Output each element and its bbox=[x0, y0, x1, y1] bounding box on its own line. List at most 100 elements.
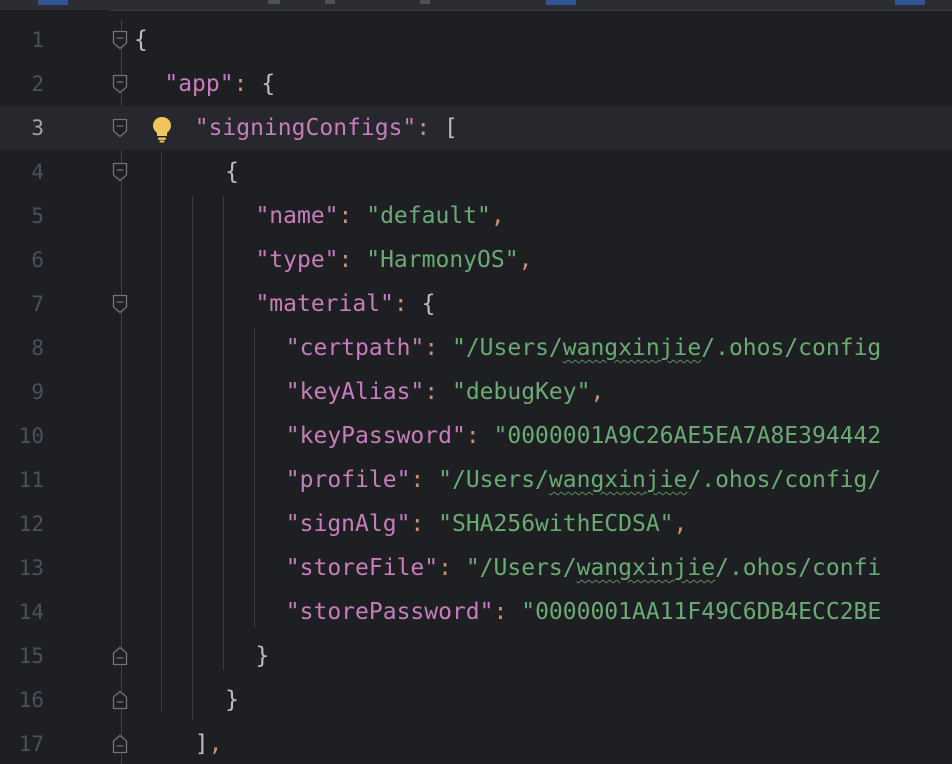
code-line[interactable]: 15} bbox=[0, 634, 952, 678]
line-number: 10 bbox=[18, 424, 44, 448]
code-text[interactable]: "profile": "/Users/wangxinjie/.ohos/conf… bbox=[286, 458, 881, 502]
token-str: /.ohos/config bbox=[701, 335, 882, 361]
token-str: "SHA256withECDSA" bbox=[438, 511, 674, 537]
code-line[interactable]: 2 "app": { bbox=[0, 62, 952, 106]
fold-close-icon[interactable] bbox=[112, 734, 128, 754]
token-colon: : bbox=[465, 423, 494, 449]
token-str: "0000001A9C26AE5EA7A8E394442 bbox=[493, 423, 882, 449]
editor-tab-strip bbox=[0, 0, 952, 11]
line-number: 3 bbox=[31, 116, 44, 140]
code-text[interactable]: "keyAlias": "debugKey", bbox=[286, 370, 605, 414]
token-comma: , bbox=[208, 731, 223, 757]
token-key: "material" bbox=[255, 291, 394, 317]
breadcrumb-fragment bbox=[420, 0, 430, 4]
code-text[interactable]: "certpath": "/Users/wangxinjie/.ohos/con… bbox=[286, 326, 881, 370]
token-punc: [ bbox=[443, 115, 458, 141]
code-line[interactable]: 12 "signAlg": "SHA256withECDSA", bbox=[0, 502, 952, 546]
token-key: "keyAlias" bbox=[285, 379, 425, 405]
code-line[interactable]: 17], bbox=[0, 722, 952, 764]
token-key: "keyPassword" bbox=[285, 423, 466, 449]
code-text[interactable]: "name": "default", bbox=[255, 194, 504, 238]
token-str: "/Users/ bbox=[438, 467, 549, 493]
code-text[interactable]: "storePassword": "0000001AA11F49C6DB4ECC… bbox=[286, 590, 881, 634]
code-line[interactable]: 3 "signingConfigs": [ bbox=[0, 106, 952, 150]
code-line[interactable]: 11 "profile": "/Users/wangxinjie/.ohos/co… bbox=[0, 458, 952, 502]
code-text[interactable]: "type": "HarmonyOS", bbox=[255, 238, 532, 282]
token-key: "storeFile" bbox=[285, 555, 439, 581]
token-comma: , bbox=[673, 511, 688, 537]
line-number: 13 bbox=[18, 556, 44, 580]
code-line[interactable]: 7 "material": { bbox=[0, 282, 952, 326]
code-text[interactable]: { bbox=[225, 150, 239, 194]
code-text[interactable]: "signAlg": "SHA256withECDSA", bbox=[286, 502, 688, 546]
token-str: "debugKey" bbox=[451, 379, 591, 405]
token-punc: { bbox=[261, 71, 276, 97]
token-str: "0000001AA11F49C6DB4ECC2BE bbox=[521, 599, 882, 625]
token-colon: : bbox=[410, 467, 439, 493]
token-comma: , bbox=[590, 379, 605, 405]
line-number: 9 bbox=[31, 380, 44, 404]
code-line[interactable]: 13 "storeFile": "/Users/wangxinjie/.ohos/… bbox=[0, 546, 952, 590]
token-colon: : bbox=[393, 291, 422, 317]
fold-open-icon[interactable] bbox=[112, 118, 128, 138]
token-str: /.ohos/confi bbox=[715, 555, 882, 581]
token-key: "certpath" bbox=[285, 335, 425, 361]
fold-close-icon[interactable] bbox=[112, 690, 128, 710]
code-text[interactable]: "storeFile": "/Users/wangxinjie/.ohos/co… bbox=[286, 546, 881, 590]
line-number: 4 bbox=[31, 160, 44, 184]
code-line[interactable]: 8 "certpath": "/Users/wangxinjie/.ohos/co… bbox=[0, 326, 952, 370]
code-line[interactable]: 5 "name": "default", bbox=[0, 194, 952, 238]
fold-open-icon[interactable] bbox=[112, 74, 128, 94]
token-colon: : bbox=[233, 71, 262, 97]
line-number: 14 bbox=[18, 600, 44, 624]
code-text[interactable]: "keyPassword": "0000001A9C26AE5EA7A8E394… bbox=[286, 414, 881, 458]
token-colon: : bbox=[493, 599, 522, 625]
token-colon: : bbox=[338, 203, 367, 229]
token-str: "/Users/ bbox=[465, 555, 577, 581]
fold-close-icon[interactable] bbox=[112, 646, 128, 666]
code-text[interactable]: { bbox=[134, 18, 148, 62]
code-text[interactable]: "material": { bbox=[255, 282, 435, 326]
token-str: /.ohos/config/ bbox=[687, 467, 882, 493]
code-text[interactable]: "signingConfigs": [ bbox=[195, 106, 458, 150]
tab-indicator bbox=[895, 0, 925, 5]
breadcrumb-fragment bbox=[325, 0, 335, 4]
line-number: 5 bbox=[31, 204, 44, 228]
token-key: "signAlg" bbox=[285, 511, 411, 537]
code-text[interactable]: } bbox=[225, 678, 239, 722]
token-key: "type" bbox=[255, 247, 339, 273]
fold-open-icon[interactable] bbox=[112, 294, 128, 314]
code-text[interactable]: } bbox=[255, 634, 269, 678]
token-key: "app" bbox=[164, 71, 234, 97]
token-key: "profile" bbox=[285, 467, 411, 493]
token-comma: , bbox=[518, 247, 533, 273]
line-number: 8 bbox=[31, 336, 44, 360]
token-key: "name" bbox=[255, 203, 339, 229]
token-punc: { bbox=[134, 27, 148, 53]
line-number: 1 bbox=[31, 28, 44, 52]
code-line[interactable]: 14 "storePassword": "0000001AA11F49C6DB4E… bbox=[0, 590, 952, 634]
fold-open-icon[interactable] bbox=[112, 30, 128, 50]
line-number: 11 bbox=[18, 468, 44, 492]
line-number: 17 bbox=[18, 732, 44, 756]
token-str: "HarmonyOS" bbox=[366, 247, 519, 273]
tab-indicator bbox=[38, 0, 68, 5]
code-line[interactable]: 1{ bbox=[0, 18, 952, 62]
lightbulb-icon[interactable] bbox=[150, 114, 174, 143]
code-line[interactable]: 6 "type": "HarmonyOS", bbox=[0, 238, 952, 282]
token-colon: : bbox=[424, 379, 452, 405]
spelling-warning-token: wangxinjie bbox=[562, 335, 702, 361]
code-editor[interactable]: 1{2 "app": {3 "signingConfigs": [4{5 "name"… bbox=[0, 0, 952, 764]
code-line[interactable]: 4{ bbox=[0, 150, 952, 194]
code-text[interactable]: ], bbox=[195, 722, 223, 764]
code-line[interactable]: 10 "keyPassword": "0000001A9C26AE5EA7A8E3… bbox=[0, 414, 952, 458]
fold-open-icon[interactable] bbox=[112, 162, 128, 182]
token-key: "signingConfigs" bbox=[194, 115, 417, 141]
line-number: 16 bbox=[18, 688, 44, 712]
code-line[interactable]: 9 "keyAlias": "debugKey", bbox=[0, 370, 952, 414]
line-number: 15 bbox=[18, 644, 44, 668]
code-line[interactable]: 16} bbox=[0, 678, 952, 722]
code-text[interactable]: "app": { bbox=[164, 62, 275, 106]
line-number: 6 bbox=[31, 248, 44, 272]
token-key: "storePassword" bbox=[285, 599, 494, 625]
